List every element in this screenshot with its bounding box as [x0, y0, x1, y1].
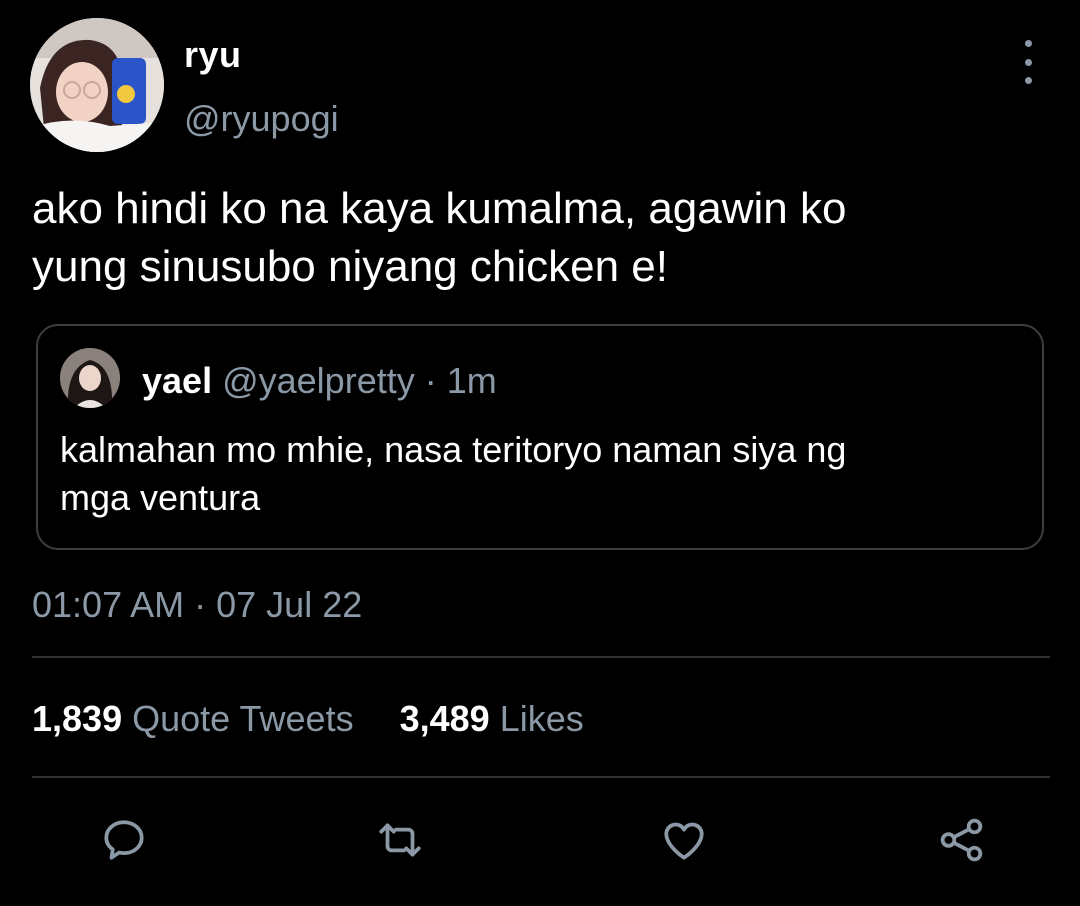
timestamp-time: 01:07 AM — [32, 584, 185, 625]
tweet-text-line: ako hindi ko na kaya kumalma, agawin ko — [32, 184, 847, 233]
share-button[interactable] — [934, 812, 990, 868]
reply-icon — [104, 820, 144, 860]
share-icon — [940, 818, 983, 862]
quoted-author-handle: @yaelpretty — [222, 360, 415, 401]
likes-label: Likes — [499, 698, 584, 739]
author-avatar[interactable] — [30, 18, 164, 152]
divider — [32, 776, 1050, 778]
retweet-button[interactable] — [372, 812, 428, 868]
quoted-author-avatar-image — [60, 348, 120, 408]
likes-count: 3,489 — [399, 698, 490, 739]
more-dot — [1024, 40, 1032, 47]
author-avatar-image — [30, 18, 164, 152]
tweet-text-line: yung sinusubo niyang chicken e! — [32, 242, 668, 291]
likes-stat[interactable]: 3,489 Likes — [390, 698, 584, 739]
tweet-timestamp: 01:07 AM · 07 Jul 22 — [32, 584, 362, 626]
more-dot — [1024, 77, 1032, 84]
author-handle[interactable]: @ryupogi — [184, 98, 339, 140]
quoted-text-line: kalmahan mo mhie, nasa teritoryo naman s… — [60, 429, 847, 470]
quote-tweets-stat[interactable]: 1,839 Quote Tweets — [32, 698, 364, 739]
quoted-text-line: mga ventura — [60, 477, 261, 518]
reply-button[interactable] — [96, 812, 152, 868]
quoted-author-name: yael — [142, 360, 213, 401]
timestamp-date: 07 Jul 22 — [216, 584, 363, 625]
quote-tweets-count: 1,839 — [32, 698, 123, 739]
quoted-tweet-header: yael @yaelpretty · 1m — [142, 360, 497, 402]
like-button[interactable] — [656, 812, 712, 868]
quote-tweets-label: Quote Tweets — [132, 698, 354, 739]
tweet-text: ako hindi ko na kaya kumalma, agawin ko … — [32, 180, 1042, 296]
quoted-tweet-card[interactable]: yael @yaelpretty · 1m kalmahan mo mhie, … — [36, 324, 1044, 550]
tweet-stats: 1,839 Quote Tweets 3,489 Likes — [32, 698, 584, 740]
quoted-tweet-text: kalmahan mo mhie, nasa teritoryo naman s… — [60, 426, 1010, 522]
quoted-separator: · — [424, 360, 437, 401]
divider — [32, 656, 1050, 658]
timestamp-separator: · — [194, 584, 207, 625]
quoted-author-avatar — [60, 348, 120, 408]
more-options-icon[interactable] — [1008, 40, 1048, 84]
like-icon — [664, 822, 704, 860]
more-dot — [1024, 58, 1032, 66]
retweet-icon — [379, 823, 421, 857]
quoted-time: 1m — [446, 360, 497, 401]
author-display-name[interactable]: ryu — [184, 34, 242, 76]
